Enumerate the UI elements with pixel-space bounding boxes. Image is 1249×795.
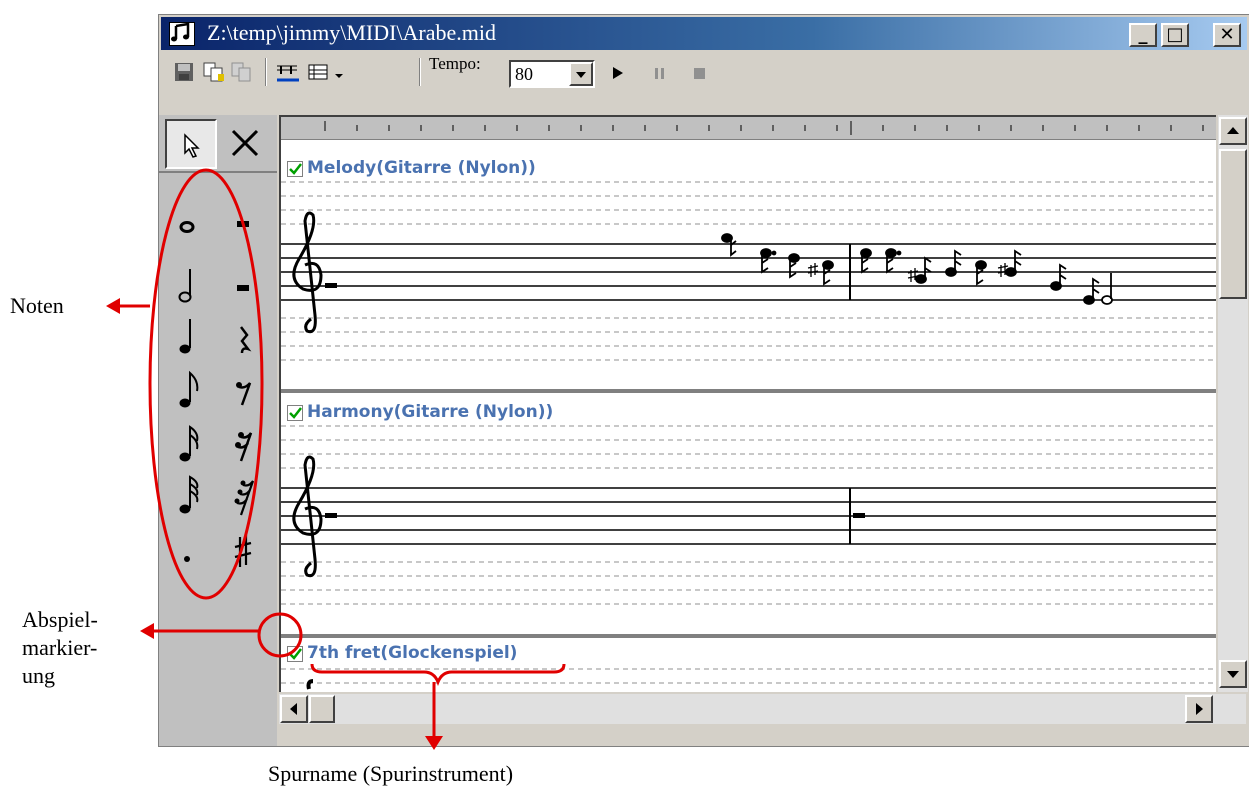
- eighth-note-icon[interactable]: [167, 367, 207, 408]
- whole-rest-icon[interactable]: [223, 205, 263, 245]
- sixteenth-rest-icon[interactable]: [223, 425, 263, 465]
- window-title: Z:\temp\jimmy\MIDI\Arabe.mid: [207, 20, 497, 45]
- tempo-dropdown-button[interactable]: [569, 62, 593, 86]
- dropdown-icon[interactable]: [333, 62, 345, 82]
- track-name-melody[interactable]: Melody(Gitarre (Nylon)): [307, 158, 536, 178]
- horizontal-scrollbar[interactable]: [279, 694, 1246, 724]
- music-note-icon: [169, 22, 195, 46]
- horizontal-scroll-thumb[interactable]: [309, 695, 335, 723]
- scroll-left-button[interactable]: [280, 695, 308, 723]
- quarter-rest-icon[interactable]: [223, 319, 263, 359]
- close-button[interactable]: ✕: [1213, 23, 1241, 47]
- pause-icon[interactable]: [649, 62, 671, 82]
- annotation-abspiel-line3: ung: [22, 663, 55, 688]
- save-icon[interactable]: [173, 62, 195, 82]
- tempo-value: 80: [515, 64, 533, 84]
- thirty-second-note-icon[interactable]: [167, 473, 207, 514]
- play-icon[interactable]: [607, 62, 629, 82]
- sharp-icon[interactable]: [223, 531, 263, 571]
- copy-icon[interactable]: [203, 62, 225, 82]
- scroll-down-button[interactable]: [1219, 660, 1247, 688]
- dot-icon[interactable]: [167, 531, 207, 571]
- half-rest-icon[interactable]: [223, 265, 263, 305]
- whole-note-icon[interactable]: [167, 205, 207, 245]
- title-bar[interactable]: Z:\temp\jimmy\MIDI\Arabe.mid _ □ ✕: [161, 17, 1247, 50]
- app-window: Z:\temp\jimmy\MIDI\Arabe.mid _ □ ✕ Tempo…: [158, 14, 1249, 747]
- track-play-checkbox-melody[interactable]: [287, 161, 303, 177]
- paste-icon[interactable]: [231, 62, 253, 82]
- delete-icon[interactable]: [221, 119, 273, 169]
- pointer-icon[interactable]: [165, 119, 217, 169]
- minimize-button[interactable]: _: [1129, 23, 1157, 47]
- half-note-icon[interactable]: [167, 261, 207, 303]
- vertical-scrollbar[interactable]: [1218, 115, 1248, 692]
- note-palette: [159, 115, 277, 746]
- eighth-rest-icon[interactable]: [223, 371, 263, 411]
- maximize-button[interactable]: □: [1161, 23, 1189, 47]
- track-play-checkbox-glockenspiel[interactable]: [287, 646, 303, 662]
- annotation-abspiel-line1: Abspiel-: [22, 607, 98, 632]
- scroll-right-button[interactable]: [1185, 695, 1213, 723]
- annotation-noten: Noten: [10, 293, 64, 318]
- track-name-glockenspiel[interactable]: 7th fret(Glockenspiel): [307, 643, 518, 663]
- tempo-combo[interactable]: 80: [509, 60, 595, 88]
- track-play-checkbox-harmony[interactable]: [287, 405, 303, 421]
- staff-icon[interactable]: [275, 62, 299, 82]
- annotation-abspiel-line2: markier-: [22, 635, 98, 660]
- treble-clef-icon: [292, 211, 323, 690]
- score-view[interactable]: Melody(Gitarre (Nylon)) Harmony(Gitarre …: [279, 115, 1216, 692]
- time-ruler[interactable]: [281, 117, 1216, 140]
- scroll-up-button[interactable]: [1219, 117, 1247, 145]
- track-name-harmony[interactable]: Harmony(Gitarre (Nylon)): [307, 402, 554, 422]
- thirty-second-rest-icon[interactable]: [223, 477, 263, 517]
- tempo-label: Tempo:: [429, 54, 481, 73]
- stop-icon[interactable]: [689, 62, 711, 82]
- list-icon[interactable]: [307, 62, 329, 82]
- quarter-note-icon[interactable]: [167, 313, 207, 354]
- vertical-scroll-thumb[interactable]: [1219, 149, 1247, 299]
- sixteenth-note-icon[interactable]: [167, 421, 207, 462]
- annotation-spurname: Spurname (Spurinstrument): [268, 761, 514, 786]
- toolbar-separator: [265, 58, 267, 86]
- toolbar-separator: [419, 58, 421, 86]
- toolbar: Tempo: 80: [161, 52, 1247, 92]
